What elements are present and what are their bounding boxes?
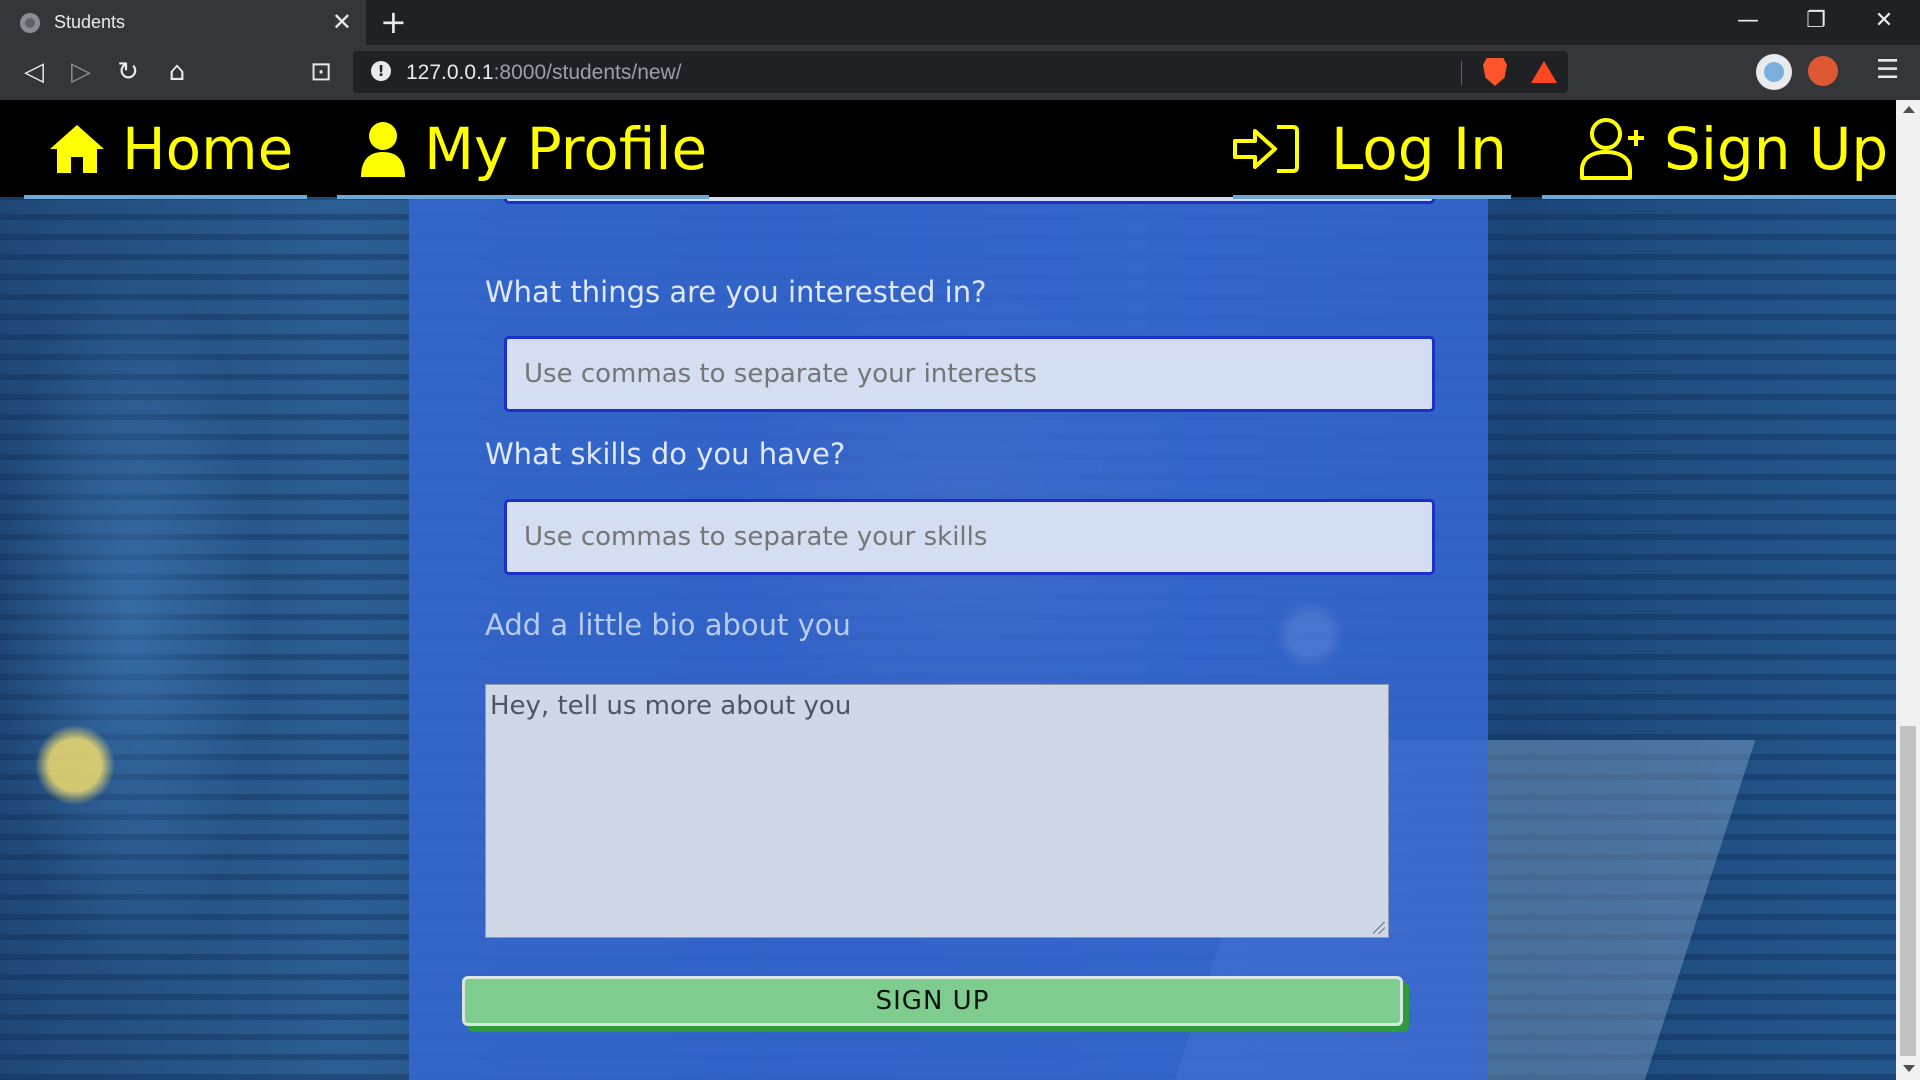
forward-icon[interactable]: ▷	[64, 57, 98, 87]
browser-toolbar: ◁ ▷ ↻ ⌂ ⊡ ! 127.0.0.1:8000/students/new/…	[0, 45, 1920, 100]
back-icon[interactable]: ◁	[17, 57, 51, 87]
nav-log-in[interactable]: Log In	[1231, 100, 1507, 197]
new-tab-button[interactable]: +	[380, 6, 407, 38]
reload-icon[interactable]: ↻	[111, 57, 145, 87]
skills-label: What skills do you have?	[485, 437, 846, 471]
home-icon	[48, 123, 106, 175]
minimize-button[interactable]: —	[1728, 8, 1768, 33]
address-bar[interactable]: ! 127.0.0.1:8000/students/new/	[353, 51, 1568, 93]
browser-menu-icon[interactable]: ☰	[1876, 55, 1899, 85]
duckduckgo-extension-icon[interactable]	[1808, 56, 1838, 86]
page-scrollbar[interactable]	[1896, 100, 1920, 1080]
skills-input[interactable]	[504, 499, 1435, 575]
bookmark-icon[interactable]: ⊡	[304, 57, 338, 87]
page-viewport: Home My Profile Log In Sign Up What th	[0, 100, 1896, 1080]
globe-icon	[20, 12, 40, 33]
interests-input[interactable]	[504, 336, 1435, 412]
brave-shields-icon[interactable]	[1483, 58, 1507, 86]
nav-signup-label: Sign Up	[1664, 114, 1889, 183]
nav-login-underline	[1233, 195, 1511, 199]
site-navbar: Home My Profile Log In Sign Up	[0, 100, 1896, 199]
nav-login-label: Log In	[1331, 114, 1507, 183]
user-icon	[358, 121, 408, 177]
site-info-icon[interactable]: !	[371, 61, 391, 81]
restore-button[interactable]: ❐	[1796, 8, 1836, 33]
bio-textarea[interactable]: Hey, tell us more about you	[485, 684, 1389, 938]
user-plus-icon	[1578, 116, 1648, 182]
nav-home-underline	[24, 195, 307, 199]
bio-label: Add a little bio about you	[485, 608, 851, 642]
bio-placeholder: Hey, tell us more about you	[490, 691, 852, 721]
resize-handle-icon[interactable]	[1373, 922, 1385, 934]
extension-icon[interactable]	[1756, 54, 1792, 90]
home-icon[interactable]: ⌂	[160, 57, 194, 87]
url-path: :8000/students/new/	[493, 61, 682, 84]
sign-in-icon	[1231, 123, 1301, 175]
nav-profile-label: My Profile	[424, 114, 708, 183]
interests-label: What things are you interested in?	[485, 275, 987, 309]
nav-my-profile[interactable]: My Profile	[358, 100, 707, 197]
brave-rewards-icon[interactable]	[1531, 61, 1557, 83]
scroll-down-arrow-icon[interactable]	[1903, 1065, 1915, 1072]
nav-home-label: Home	[122, 114, 294, 183]
browser-tab-students[interactable]: Students ✕	[0, 0, 366, 45]
scroll-up-arrow-icon[interactable]	[1903, 106, 1915, 113]
omnibox-divider	[1461, 61, 1462, 85]
nav-profile-underline	[337, 195, 709, 199]
scrollbar-thumb[interactable]	[1900, 726, 1916, 1056]
window-close-button[interactable]: ✕	[1864, 8, 1904, 33]
url-host: 127.0.0.1	[406, 61, 494, 84]
url-text[interactable]: 127.0.0.1:8000/students/new/	[406, 61, 682, 85]
nav-sign-up[interactable]: Sign Up	[1578, 100, 1888, 197]
browser-tab-bar: Students ✕ + — ❐ ✕	[0, 0, 1920, 45]
sign-up-submit-button[interactable]: SIGN UP	[462, 976, 1403, 1026]
close-tab-icon[interactable]: ✕	[332, 10, 352, 34]
nav-home[interactable]: Home	[48, 100, 293, 197]
tab-title: Students	[54, 12, 126, 32]
nav-signup-underline	[1542, 195, 1896, 199]
